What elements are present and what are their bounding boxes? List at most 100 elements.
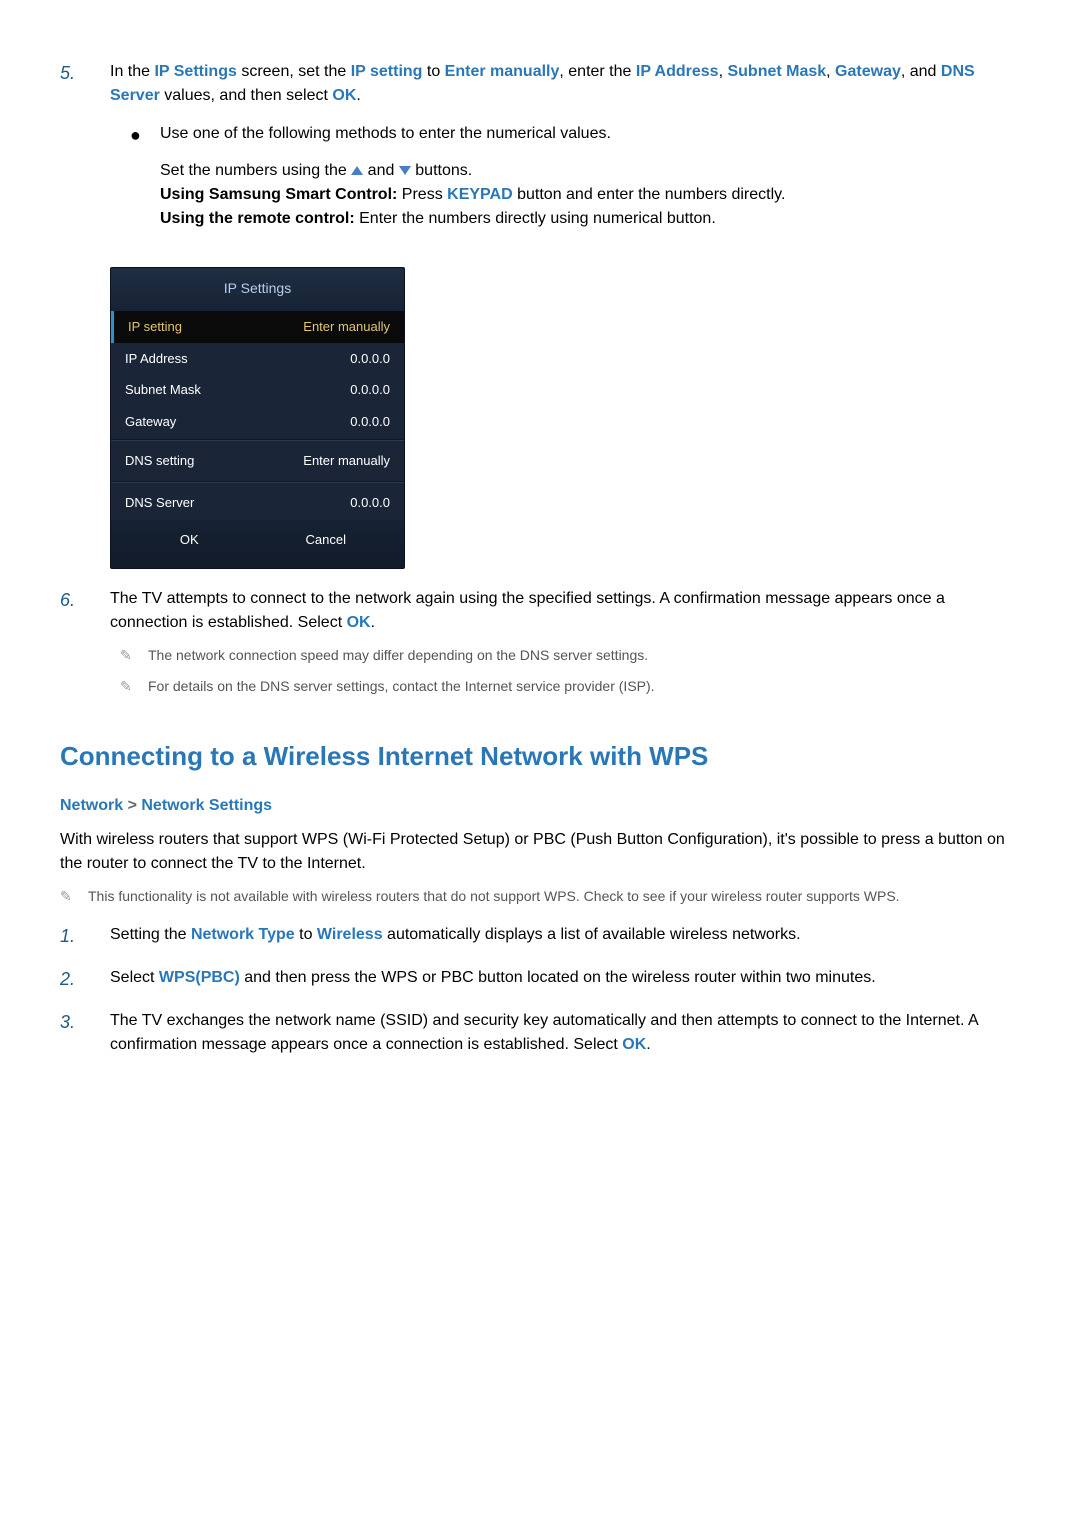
wps-step-1: 1. Setting the Network Type to Wireless … [60, 923, 1020, 950]
ip-label: DNS Server [125, 493, 194, 513]
text: screen, set the [237, 63, 351, 80]
text: automatically displays a list of availab… [383, 926, 801, 943]
term-subnet-mask: Subnet Mask [727, 63, 826, 80]
pencil-icon: ✎ [120, 676, 148, 697]
wps-intro: With wireless routers that support WPS (… [60, 828, 1020, 876]
ip-value: 0.0.0.0 [350, 380, 390, 400]
text: values, and then select [160, 87, 333, 104]
term-ok: OK [332, 87, 356, 104]
ip-row-dns-server[interactable]: DNS Server 0.0.0.0 [111, 485, 404, 521]
text: Setting the [110, 926, 191, 943]
wps-step-2-content: Select WPS(PBC) and then press the WPS o… [110, 966, 1020, 993]
pencil-icon: ✎ [60, 886, 88, 907]
breadcrumb: Network > Network Settings [60, 794, 1020, 818]
text: The TV exchanges the network name (SSID)… [110, 1012, 978, 1053]
text: Set the numbers using the [160, 162, 351, 179]
ip-label: DNS setting [125, 451, 194, 471]
note-text: For details on the DNS server settings, … [148, 676, 1020, 697]
ip-panel-buttons: OK Cancel [111, 520, 404, 568]
ok-button[interactable]: OK [149, 530, 229, 550]
down-arrow-icon [399, 166, 411, 175]
note-speed: ✎ The network connection speed may diffe… [120, 645, 1020, 666]
text: to [295, 926, 317, 943]
ip-label: IP Address [125, 349, 188, 369]
note-text: This functionality is not available with… [88, 886, 1020, 907]
step-6-content: The TV attempts to connect to the networ… [110, 587, 1020, 697]
term-ip-settings: IP Settings [154, 63, 236, 80]
text: . [646, 1036, 650, 1053]
step-5-bullet: ● Use one of the following methods to en… [130, 122, 1020, 149]
ip-row-dns-setting[interactable]: DNS setting Enter manually [111, 443, 404, 479]
wps-step-2: 2. Select WPS(PBC) and then press the WP… [60, 966, 1020, 993]
wps-step-3-content: The TV exchanges the network name (SSID)… [110, 1009, 1020, 1057]
bullet-dot-icon: ● [130, 122, 160, 149]
step-5-methods: Set the numbers using the and buttons. U… [160, 159, 1020, 231]
text: buttons. [411, 162, 472, 179]
term-network-type: Network Type [191, 926, 295, 943]
text: , and [901, 63, 941, 80]
method-remote-control: Using the remote control: Enter the numb… [160, 207, 1020, 231]
note-text: The network connection speed may differ … [148, 645, 1020, 666]
term-ok: OK [622, 1036, 646, 1053]
step-5-number: 5. [60, 60, 110, 251]
ip-settings-panel: IP Settings IP setting Enter manually IP… [110, 267, 405, 569]
text: and then press the WPS or PBC button loc… [240, 969, 876, 986]
ip-row-gateway[interactable]: Gateway 0.0.0.0 [111, 406, 404, 438]
text: In the [110, 63, 154, 80]
up-arrow-icon [351, 166, 363, 175]
ip-label: IP setting [128, 317, 182, 337]
ip-value: 0.0.0.0 [350, 412, 390, 432]
text: to [422, 63, 444, 80]
wps-step-1-number: 1. [60, 923, 110, 950]
text: button and enter the numbers directly. [513, 186, 786, 203]
text: , enter the [559, 63, 636, 80]
term-gateway: Gateway [835, 63, 901, 80]
term-ip-setting: IP setting [351, 63, 423, 80]
term-keypad: KEYPAD [447, 186, 513, 203]
bullet-intro-text: Use one of the following methods to ente… [160, 125, 611, 142]
term-ok: OK [347, 614, 371, 631]
wps-step-2-number: 2. [60, 966, 110, 993]
step-6-number: 6. [60, 587, 110, 697]
ip-row-ip-setting[interactable]: IP setting Enter manually [111, 311, 404, 343]
ip-label: Subnet Mask [125, 380, 201, 400]
text: , [826, 63, 835, 80]
text: Select [110, 969, 159, 986]
divider [111, 439, 404, 441]
term-ip-address: IP Address [636, 63, 719, 80]
wps-step-1-content: Setting the Network Type to Wireless aut… [110, 923, 1020, 950]
ip-panel-title: IP Settings [111, 268, 404, 311]
note-isp: ✎ For details on the DNS server settings… [120, 676, 1020, 697]
term-wireless: Wireless [317, 926, 383, 943]
ip-value: Enter manually [303, 317, 390, 337]
pencil-icon: ✎ [120, 645, 148, 666]
step-5-content: In the IP Settings screen, set the IP se… [110, 60, 1020, 251]
text: The TV attempts to connect to the networ… [110, 590, 945, 631]
text: Enter the numbers directly using numeric… [355, 210, 716, 227]
method-arrows: Set the numbers using the and buttons. [160, 159, 1020, 183]
method-smart-control: Using Samsung Smart Control: Press KEYPA… [160, 183, 1020, 207]
breadcrumb-separator-icon: > [123, 797, 141, 814]
breadcrumb-network-settings: Network Settings [141, 797, 272, 814]
text: and [363, 162, 399, 179]
ip-row-subnet-mask[interactable]: Subnet Mask 0.0.0.0 [111, 374, 404, 406]
ip-value: 0.0.0.0 [350, 349, 390, 369]
cancel-button[interactable]: Cancel [286, 530, 366, 550]
step-5: 5. In the IP Settings screen, set the IP… [60, 60, 1020, 251]
step-6: 6. The TV attempts to connect to the net… [60, 587, 1020, 697]
bullet-content: Use one of the following methods to ente… [160, 122, 1020, 149]
term-wps-pbc: WPS(PBC) [159, 969, 240, 986]
ip-value: 0.0.0.0 [350, 493, 390, 513]
wps-step-3: 3. The TV exchanges the network name (SS… [60, 1009, 1020, 1057]
ip-label: Gateway [125, 412, 176, 432]
ip-row-ip-address[interactable]: IP Address 0.0.0.0 [111, 343, 404, 375]
label: Using Samsung Smart Control: [160, 186, 397, 203]
text: . [371, 614, 375, 631]
text: Press [397, 186, 447, 203]
wps-step-3-number: 3. [60, 1009, 110, 1057]
divider [111, 481, 404, 483]
text: . [356, 87, 360, 104]
wps-heading: Connecting to a Wireless Internet Networ… [60, 737, 1020, 776]
term-enter-manually: Enter manually [445, 63, 560, 80]
label: Using the remote control: [160, 210, 355, 227]
